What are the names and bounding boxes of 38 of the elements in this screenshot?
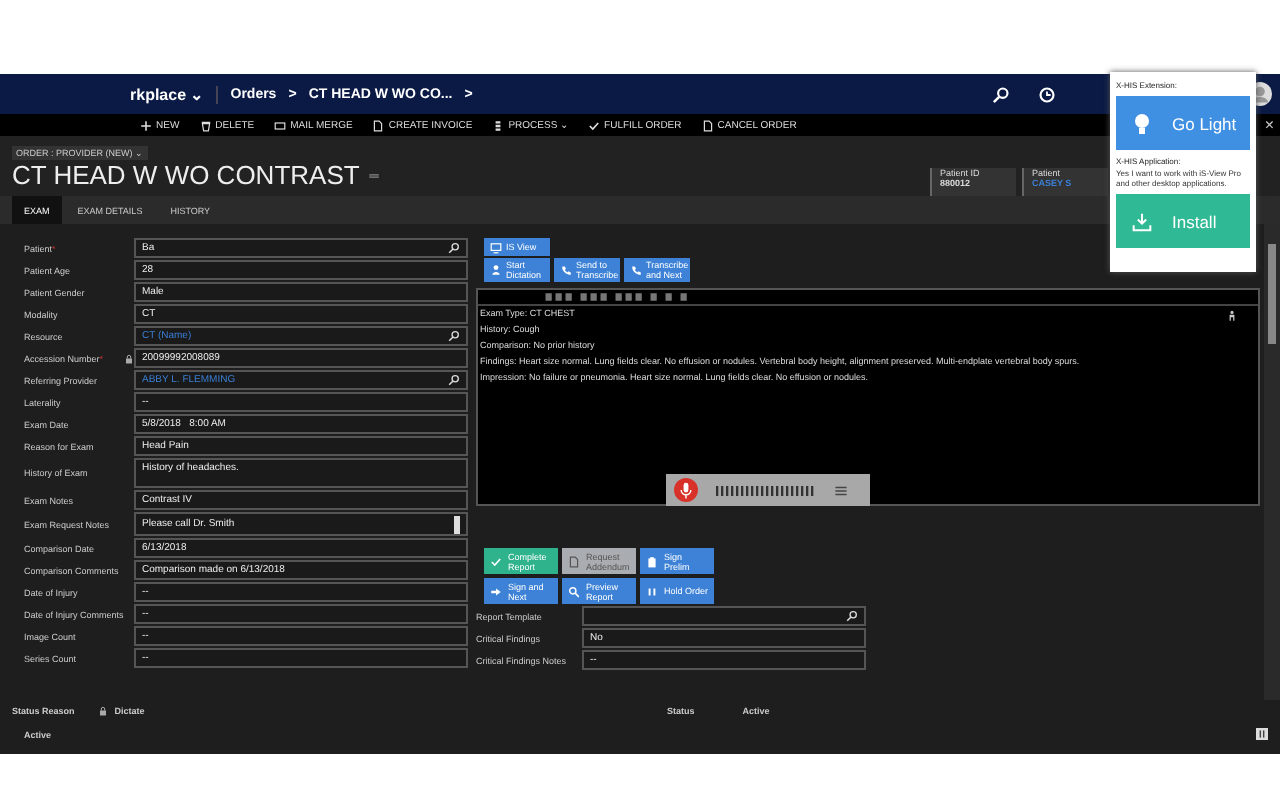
search-icon bbox=[568, 585, 580, 597]
person-icon bbox=[490, 264, 502, 276]
phone-icon bbox=[630, 264, 642, 276]
microphone-icon[interactable] bbox=[674, 478, 698, 502]
menu-icon[interactable] bbox=[367, 169, 380, 181]
input-field[interactable] bbox=[582, 606, 866, 626]
search-icon[interactable] bbox=[448, 242, 460, 254]
phone-icon bbox=[560, 264, 572, 276]
person-icon[interactable] bbox=[1226, 310, 1238, 322]
app-name[interactable]: rkplace ⌄ bbox=[130, 85, 219, 103]
monitor-icon bbox=[490, 241, 502, 253]
trash-icon bbox=[199, 119, 212, 131]
list-icon bbox=[492, 119, 505, 131]
record-title: CT HEAD W WO CONTRAST bbox=[12, 160, 360, 190]
plus-icon bbox=[140, 119, 152, 131]
mail-icon bbox=[274, 119, 287, 131]
search-icon[interactable] bbox=[448, 374, 460, 386]
lock-icon bbox=[98, 706, 109, 716]
download-icon bbox=[1132, 209, 1152, 233]
pause-icon bbox=[646, 585, 658, 597]
clipboard-icon bbox=[646, 555, 658, 567]
save-icon[interactable] bbox=[1256, 728, 1268, 740]
document-icon bbox=[701, 119, 714, 131]
scrollbar[interactable] bbox=[1264, 224, 1280, 700]
check-icon bbox=[588, 119, 601, 131]
search-icon[interactable] bbox=[448, 330, 460, 342]
clock-icon[interactable] bbox=[1038, 85, 1056, 103]
menu-icon[interactable] bbox=[834, 483, 848, 497]
document-icon bbox=[372, 119, 385, 131]
search-icon[interactable] bbox=[846, 610, 858, 622]
check-icon bbox=[490, 555, 502, 567]
arrow-icon bbox=[490, 585, 502, 597]
document-icon bbox=[568, 555, 580, 567]
scroll-thumb[interactable] bbox=[454, 515, 460, 533]
report-editor[interactable] bbox=[476, 288, 1260, 506]
search-icon[interactable] bbox=[992, 85, 1010, 103]
close-icon[interactable]: × bbox=[1264, 116, 1280, 134]
lightbulb-icon bbox=[1132, 111, 1152, 135]
